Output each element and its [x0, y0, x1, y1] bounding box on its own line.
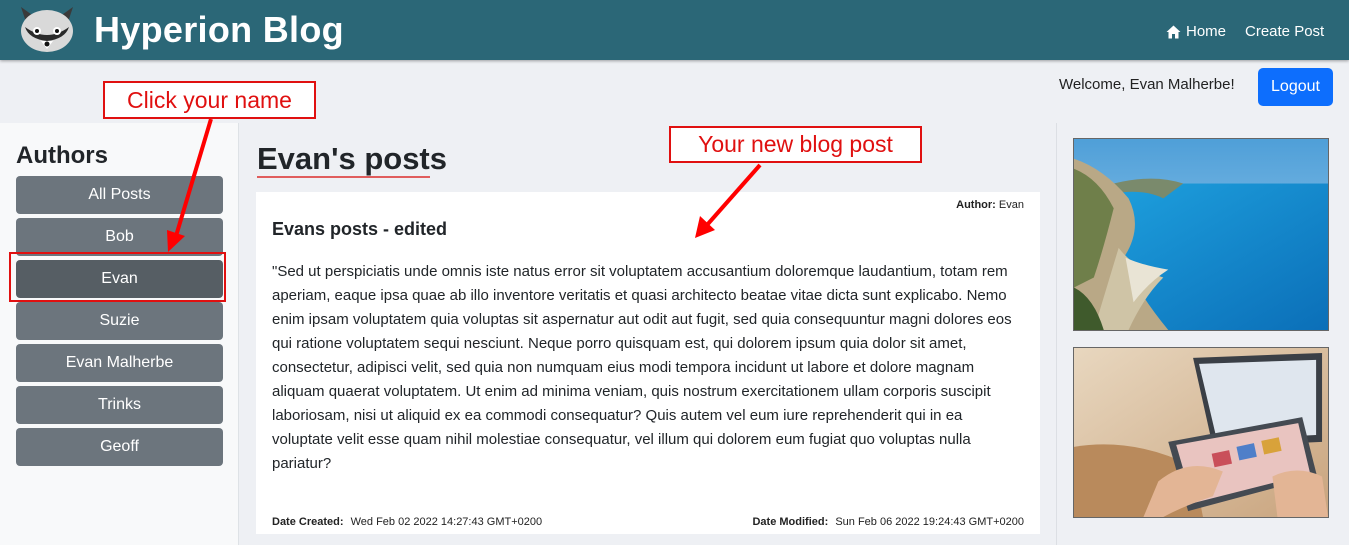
author-button-trinks[interactable]: Trinks — [16, 386, 223, 424]
page-title: Evan's posts — [257, 141, 447, 176]
beach-cove-image — [1073, 138, 1329, 331]
post-body: "Sed ut perspiciatis unde omnis iste nat… — [272, 263, 1012, 472]
annotation-highlight-evan — [9, 252, 226, 302]
home-icon — [1166, 25, 1181, 38]
authors-heading: Authors — [16, 142, 108, 169]
annotation-click-your-name: Click your name — [103, 81, 316, 119]
blog-post-card[interactable]: Author: Evan Evans posts - edited "Sed u… — [256, 192, 1040, 534]
welcome-message: Welcome, Evan Malherbe! — [1059, 76, 1235, 93]
nav-create-post-link[interactable]: Create Post — [1245, 23, 1324, 40]
post-date-created: Date Created: Wed Feb 02 2022 14:27:43 G… — [272, 516, 542, 528]
author-button-all-posts[interactable]: All Posts — [16, 176, 223, 214]
right-column-divider — [1056, 123, 1057, 545]
date-created-value: Wed Feb 02 2022 14:27:43 GMT+0200 — [350, 516, 543, 528]
tablet-laptop-image — [1073, 347, 1329, 518]
top-navbar: Hyperion Blog Home Create Post — [0, 0, 1349, 60]
annotation-new-blog-post: Your new blog post — [669, 126, 922, 163]
author-button-bob[interactable]: Bob — [16, 218, 223, 256]
post-date-modified: Date Modified: Sun Feb 06 2022 19:24:43 … — [752, 516, 1024, 528]
site-brand[interactable]: Hyperion Blog — [94, 9, 344, 51]
post-title: Evans posts - edited — [272, 219, 448, 239]
date-created-label: Date Created: — [272, 516, 344, 528]
date-modified-value: Sun Feb 06 2022 19:24:43 GMT+0200 — [835, 516, 1024, 528]
author-button-geoff[interactable]: Geoff — [16, 428, 223, 466]
author-button-evan-malherbe[interactable]: Evan Malherbe — [16, 344, 223, 382]
nav-home-link[interactable]: Home — [1165, 23, 1226, 40]
post-author: Author: Evan — [956, 199, 1024, 211]
raccoon-logo-icon[interactable] — [15, 3, 79, 55]
logout-button[interactable]: Logout — [1258, 68, 1333, 106]
post-author-label: Author: — [956, 199, 996, 211]
author-button-suzie[interactable]: Suzie — [16, 302, 223, 340]
date-modified-label: Date Modified: — [752, 516, 829, 528]
authors-sidebar: Authors All Posts Bob Evan Suzie Evan Ma… — [0, 123, 239, 545]
post-author-value: Evan — [998, 199, 1024, 211]
nav-home-label: Home — [1186, 23, 1227, 40]
title-underline — [257, 176, 430, 178]
